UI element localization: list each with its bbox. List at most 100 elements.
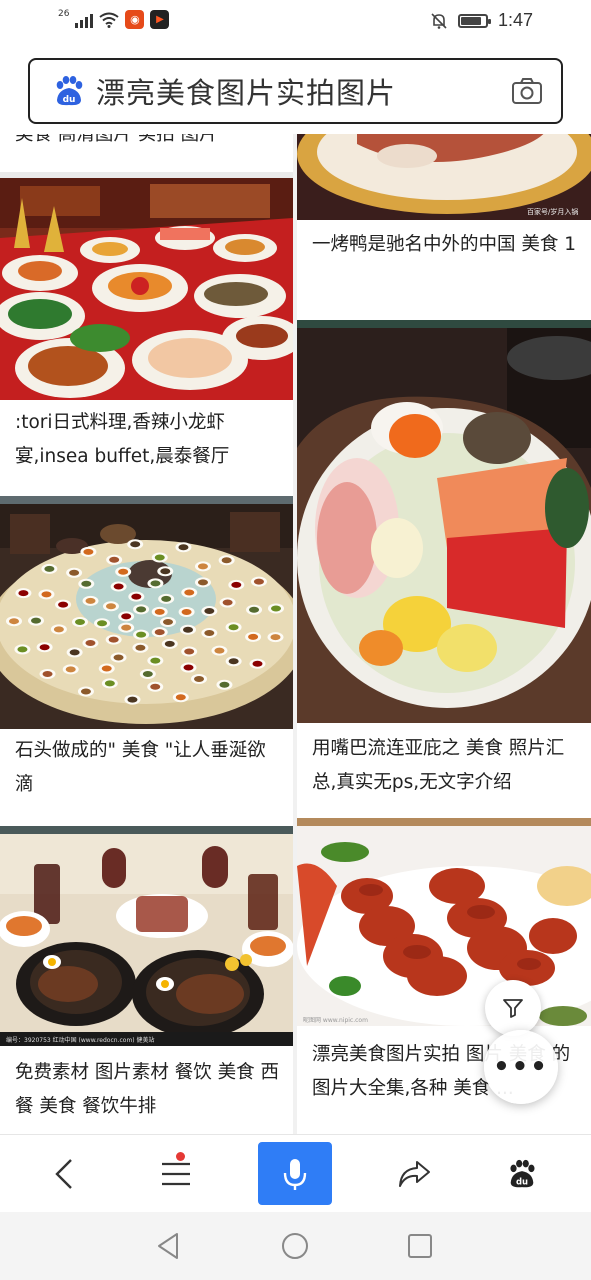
dish-food [39,644,50,651]
baidu-home-button[interactable]: du [482,1135,562,1213]
dish-food [150,683,161,690]
menu-notification-dot [176,1152,185,1161]
dish-food [221,557,232,564]
dish-food [175,694,186,701]
result-caption: 用嘴巴流连亚庇之 美食 照片汇总,真实无ps,无文字介绍 [312,738,565,793]
grilled-sausages-image[interactable]: 昵图网 www.nipic.com [297,826,591,1026]
dish-food [194,675,205,682]
dish-food [142,670,153,677]
dish-food [154,608,165,615]
nav-recents-button[interactable] [380,1212,460,1280]
dish-food [83,548,94,555]
voice-search-button[interactable] [258,1142,332,1205]
mute-bell-icon [431,12,447,29]
dish-food [150,657,161,664]
dish-food [118,568,129,575]
dish-food [184,589,195,596]
filter-icon [503,999,523,1018]
search-input[interactable]: 漂亮美食图片实拍图片 [96,70,511,112]
result-caption: 一烤鸭是驰名中外的中国 美食 1 [312,234,577,255]
results-column-left: 美食 高清图片 实拍 图片:tori日式料理,香辣小龙虾宴,insea buf… [0,134,293,1134]
card-separator [297,320,591,328]
menu-icon [162,1162,190,1186]
dish-food [178,544,189,551]
dish-food [81,580,92,587]
result-card[interactable]: 美食 高清图片 实拍 图片 [0,134,293,172]
dish-food [105,603,116,610]
dish-food [183,626,194,633]
result-card[interactable]: :tori日式料理,香辣小龙虾宴,insea buffet,晨泰餐厅 [0,178,293,496]
result-card[interactable]: 石头做成的" 美食 "让人垂涎欲滴 [0,504,293,826]
back-arrow-icon [55,1159,72,1189]
card-separator [0,496,293,504]
dish-food [161,595,172,602]
dish-food [214,647,225,654]
network-type: 26 [58,8,70,19]
dish-food [9,618,20,625]
circle-home-icon [282,1233,308,1259]
share-icon [399,1161,430,1187]
banquet-table-dishes-image[interactable] [0,178,293,400]
image-watermark: 编号：3920753 红动中国 (www.redocn.com) 健美站 [6,1036,155,1044]
nav-home-button[interactable] [255,1212,335,1280]
dish-food [42,670,53,677]
dish-food [44,565,55,572]
dish-food [163,619,173,625]
dish-food [80,688,91,695]
dish-food [69,569,80,576]
dish-food [164,640,175,647]
result-caption: 美食 高清图片 实拍 图片 [15,134,218,145]
dish-food [222,599,233,606]
image-watermark: 昵图网 www.nipic.com [303,1017,368,1024]
dish-food [75,618,86,625]
search-bar[interactable]: du 漂亮美食图片实拍图片 [28,58,563,124]
battery-icon [457,13,491,28]
dish-food [18,590,29,597]
dish-food [219,681,230,688]
dish-food [85,597,96,604]
dish-food [136,631,147,638]
roast-duck-plate-image[interactable]: 百家号/岁月入锅 [297,134,591,220]
back-button[interactable] [24,1135,104,1213]
dish-food [69,649,80,656]
dish-food [253,578,264,585]
result-card[interactable]: 百家号/岁月入锅 一烤鸭是驰名中外的中国 美食 1 [297,134,591,320]
system-navigation-bar [0,1212,591,1280]
dish-food [17,646,28,653]
result-card[interactable]: 用嘴巴流连亚庇之 美食 照片汇总,真实无ps,无文字介绍 [297,328,591,818]
steak-sizzling-plates-image[interactable]: 编号：3920753 红动中国 (www.redocn.com) 健美站 [0,834,293,1046]
status-right: 1:47 [430,10,533,31]
dish-food [136,606,147,613]
dish-food [228,658,239,665]
dish-food [121,613,132,620]
result-caption: 石头做成的" 美食 "让人垂涎欲滴 [15,740,266,795]
dish-food [204,608,215,615]
share-button[interactable] [374,1135,454,1213]
result-card[interactable]: 编号：3920753 红动中国 (www.redocn.com) 健美站 免费素… [0,834,293,1134]
camera-icon[interactable] [511,77,543,105]
dish-food [150,580,161,587]
dish-food [130,541,141,548]
dish-food [104,680,115,687]
image-watermark: 百家号/岁月入锅 [527,207,578,216]
dish-food [41,591,52,598]
dish-food [154,629,165,636]
dish-food [121,624,132,631]
filter-button[interactable] [485,980,541,1036]
status-left: 26 ◉ ▶ [58,8,170,29]
dish-food [135,644,146,651]
dish-food [131,593,142,600]
dish-food [65,666,76,673]
round-table-stone-food-image[interactable] [0,504,293,729]
dish-food [270,605,281,612]
menu-button[interactable] [136,1135,216,1213]
dish-food [58,601,69,608]
sashimi-platter-image[interactable] [297,328,591,723]
dish-food [183,664,194,671]
microphone-icon [283,1158,307,1190]
signal-icon [75,12,94,28]
nav-back-button[interactable] [128,1212,208,1280]
dish-food [197,579,208,586]
more-button[interactable]: ••• [484,1030,558,1104]
square-recents-icon [408,1234,432,1258]
